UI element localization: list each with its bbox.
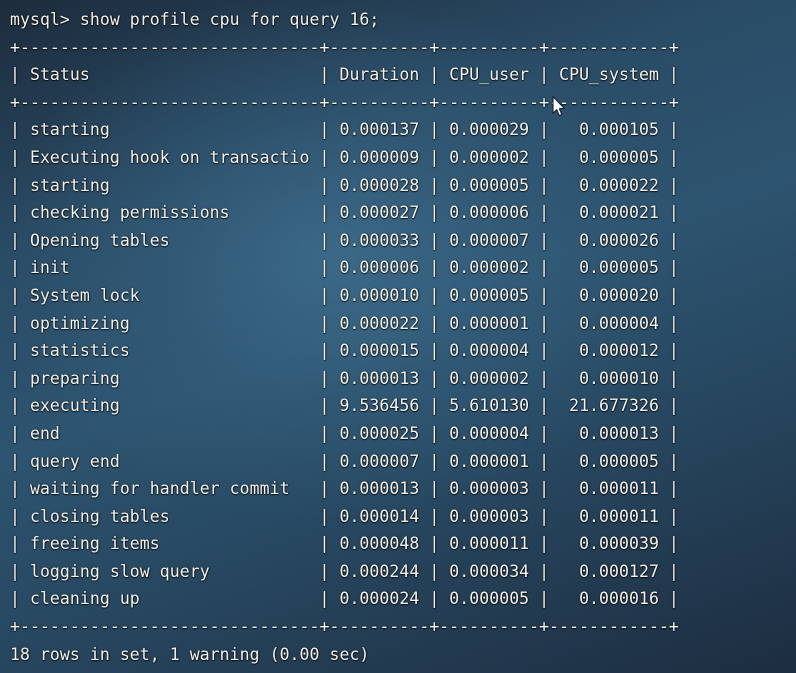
table-row: | cleaning up | 0.000024 | 0.000005 | 0.… bbox=[10, 589, 679, 609]
terminal-window[interactable]: mysql> show profile cpu for query 16; +-… bbox=[0, 0, 796, 673]
table-row: | init | 0.000006 | 0.000002 | 0.000005 … bbox=[10, 258, 679, 278]
table-row: | starting | 0.000137 | 0.000029 | 0.000… bbox=[10, 120, 679, 140]
table-header-row: | Status | Duration | CPU_user | CPU_sys… bbox=[10, 65, 679, 85]
table-row: | preparing | 0.000013 | 0.000002 | 0.00… bbox=[10, 368, 679, 388]
table-row: | checking permissions | 0.000027 | 0.00… bbox=[10, 203, 679, 223]
table-body: | starting | 0.000137 | 0.000029 | 0.000… bbox=[10, 116, 796, 613]
prompt-line: mysql> show profile cpu for query 16; bbox=[10, 10, 380, 29]
table-row: | freeing items | 0.000048 | 0.000011 | … bbox=[10, 534, 679, 554]
table-row: | Opening tables | 0.000033 | 0.000007 |… bbox=[10, 230, 679, 250]
table-row: | statistics | 0.000015 | 0.000004 | 0.0… bbox=[10, 341, 679, 361]
table-row: | starting | 0.000028 | 0.000005 | 0.000… bbox=[10, 175, 679, 195]
table-row: | System lock | 0.000010 | 0.000005 | 0.… bbox=[10, 285, 679, 305]
table-row: | query end | 0.000007 | 0.000001 | 0.00… bbox=[10, 451, 679, 471]
table-row: | optimizing | 0.000022 | 0.000001 | 0.0… bbox=[10, 313, 679, 333]
table-row: | executing | 9.536456 | 5.610130 | 21.6… bbox=[10, 396, 679, 416]
table-row: | logging slow query | 0.000244 | 0.0000… bbox=[10, 561, 679, 581]
table-row: | Executing hook on transactio | 0.00000… bbox=[10, 147, 679, 167]
result-summary: 18 rows in set, 1 warning (0.00 sec) bbox=[10, 644, 370, 664]
table-row: | end | 0.000025 | 0.000004 | 0.000013 | bbox=[10, 423, 679, 443]
table-row: | waiting for handler commit | 0.000013 … bbox=[10, 479, 679, 499]
table-bottom-border: +------------------------------+--------… bbox=[10, 617, 679, 637]
table-header-border: +------------------------------+--------… bbox=[10, 92, 679, 112]
table-row: | closing tables | 0.000014 | 0.000003 |… bbox=[10, 506, 679, 526]
table-top-border: +------------------------------+--------… bbox=[10, 37, 679, 57]
